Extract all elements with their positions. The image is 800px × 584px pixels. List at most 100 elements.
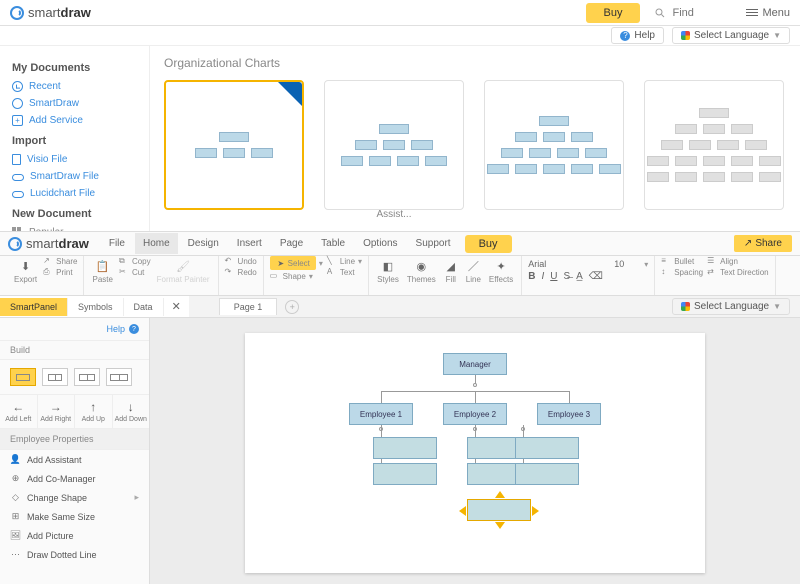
styles-button[interactable]: ◧Styles xyxy=(375,256,401,287)
menu-home[interactable]: Home xyxy=(135,233,178,254)
align-icon: ☰ xyxy=(707,256,717,266)
editor-buy-button[interactable]: Buy xyxy=(465,235,512,253)
text-direction-button[interactable]: ⇄Text Direction xyxy=(707,267,768,277)
template-card[interactable]: Org Chart (2-Level) xyxy=(164,80,304,220)
select-tool[interactable]: ➤Select xyxy=(270,256,316,270)
fill-button[interactable]: ◢Fill xyxy=(442,256,460,287)
help-button[interactable]: ?Help xyxy=(611,27,664,44)
line-style-button[interactable]: ／Line xyxy=(464,256,483,287)
node-selected[interactable] xyxy=(467,499,531,521)
sidebar-item[interactable]: Popular xyxy=(12,224,137,231)
sidebar-item[interactable]: Visio File xyxy=(12,151,137,168)
paste-button[interactable]: 📋Paste xyxy=(90,256,114,287)
themes-button[interactable]: ◉Themes xyxy=(405,256,438,287)
node-blank[interactable] xyxy=(515,437,579,459)
cut-button[interactable]: ✂Cut xyxy=(119,267,151,277)
node-blank[interactable] xyxy=(373,437,437,459)
menu-insert[interactable]: Insert xyxy=(229,233,270,254)
undo-button[interactable]: ↶Undo xyxy=(225,256,257,266)
prop-add-assistant[interactable]: 👤Add Assistant xyxy=(0,450,149,469)
prop-change-shape[interactable]: ◇Change Shape▸ xyxy=(0,488,149,507)
menu-table[interactable]: Table xyxy=(313,233,353,254)
prop-draw-dotted-line[interactable]: ⋯Draw Dotted Line xyxy=(0,545,149,564)
sidebar-item[interactable]: SmartDraw xyxy=(12,95,137,112)
font-family-input[interactable] xyxy=(528,259,608,269)
language-select-2[interactable]: Select Language▼ xyxy=(672,298,790,315)
node-employee-1[interactable]: Employee 1 xyxy=(349,403,413,425)
menu-button[interactable]: Menu xyxy=(746,7,790,19)
italic-button[interactable]: I xyxy=(541,271,544,282)
bullet-button[interactable]: ≡Bullet xyxy=(661,256,703,266)
text-tool[interactable]: AText xyxy=(327,267,362,277)
prop-make-same-size[interactable]: ⊞Make Same Size xyxy=(0,507,149,526)
close-panel-button[interactable]: ✕ xyxy=(164,296,189,317)
logo-text: smartdraw xyxy=(28,5,91,20)
sidebar-item[interactable]: Lucidchart File xyxy=(12,185,137,202)
node-employee-2[interactable]: Employee 2 xyxy=(443,403,507,425)
shape-split[interactable] xyxy=(42,368,68,386)
shape-4col[interactable] xyxy=(106,368,132,386)
add-add-left[interactable]: ←Add Left xyxy=(0,395,38,428)
bold-button[interactable]: B xyxy=(528,271,535,282)
panel-tab-smartpanel[interactable]: SmartPanel xyxy=(0,298,68,316)
add-add-down[interactable]: ↓Add Down xyxy=(113,395,150,428)
add-add-right[interactable]: →Add Right xyxy=(38,395,76,428)
panel-tab-data[interactable]: Data xyxy=(124,298,164,316)
handle-left-icon[interactable] xyxy=(459,506,466,516)
prop-icon: ⋯ xyxy=(10,549,21,560)
template-card[interactable]: Org Chart (3-Level) xyxy=(484,80,624,220)
clear-format-button[interactable]: ⌫ xyxy=(589,271,603,282)
handle-right-icon[interactable] xyxy=(532,506,539,516)
prop-add-co-manager[interactable]: ⊕Add Co-Manager xyxy=(0,469,149,488)
redo-button[interactable]: ↷Redo xyxy=(225,267,257,277)
spacing-button[interactable]: ↕Spacing xyxy=(661,267,703,277)
sidebar-item[interactable]: Add Service xyxy=(12,112,137,129)
export-button[interactable]: ⬇Export xyxy=(12,256,39,287)
text-icon: A xyxy=(327,267,337,277)
search-input[interactable] xyxy=(672,7,732,19)
panel-tab-symbols[interactable]: Symbols xyxy=(68,298,124,316)
share-small-button[interactable]: ↗Share xyxy=(43,256,77,266)
search-box[interactable] xyxy=(654,7,732,19)
prop-add-picture[interactable]: 🖼Add Picture xyxy=(0,526,149,545)
shape-3col[interactable] xyxy=(74,368,100,386)
node-blank[interactable] xyxy=(373,463,437,485)
font-size-input[interactable]: 10 xyxy=(614,259,638,269)
template-card[interactable]: Org Chart (2-Level) with Assist... xyxy=(324,80,464,220)
canvas[interactable]: Manager Employee 1 Employee 2 Employee 3 xyxy=(150,318,800,584)
align-button[interactable]: ☰Align xyxy=(707,256,768,266)
menu-file[interactable]: File xyxy=(101,233,133,254)
menu-support[interactable]: Support xyxy=(408,233,459,254)
strike-button[interactable]: S̶ xyxy=(563,271,570,282)
print-button[interactable]: ⎙Print xyxy=(43,267,77,277)
handle-down-icon[interactable] xyxy=(495,522,505,529)
template-card[interactable]: Org Chart (4-Level) xyxy=(644,80,784,220)
handle-up-icon[interactable] xyxy=(495,491,505,498)
effects-button[interactable]: ✦Effects xyxy=(487,256,515,287)
line-tool[interactable]: ╲Line▾ xyxy=(327,256,362,266)
format-painter-button[interactable]: 🖌Format Painter xyxy=(155,256,212,287)
font-color-button[interactable]: A̲ xyxy=(576,271,583,282)
page-tab[interactable]: Page 1 xyxy=(219,298,278,315)
sidebar-item[interactable]: SmartDraw File xyxy=(12,168,137,185)
language-select[interactable]: Select Language▼ xyxy=(672,27,790,44)
menu-design[interactable]: Design xyxy=(180,233,227,254)
panel-help-link[interactable]: Help? xyxy=(0,318,149,340)
node-blank[interactable] xyxy=(515,463,579,485)
underline-button[interactable]: U xyxy=(550,271,557,282)
add-page-button[interactable]: + xyxy=(285,300,299,314)
menu-options[interactable]: Options xyxy=(355,233,405,254)
node-employee-3[interactable]: Employee 3 xyxy=(537,403,601,425)
buy-button[interactable]: Buy xyxy=(586,3,641,23)
copy-button[interactable]: ⧉Copy xyxy=(119,256,151,266)
add-add-up[interactable]: ↑Add Up xyxy=(75,395,113,428)
panel-tabs: SmartPanelSymbolsData xyxy=(0,296,164,317)
menu-page[interactable]: Page xyxy=(272,233,311,254)
editor-logo: smartdraw xyxy=(8,236,89,251)
shape-rect[interactable] xyxy=(10,368,36,386)
shape-tool[interactable]: ▭Shape▾ xyxy=(270,271,323,281)
sidebar-item[interactable]: Recent xyxy=(12,78,137,95)
bullet-icon: ≡ xyxy=(661,256,671,266)
node-manager[interactable]: Manager xyxy=(443,353,507,375)
share-button[interactable]: ↗Share xyxy=(734,235,792,252)
